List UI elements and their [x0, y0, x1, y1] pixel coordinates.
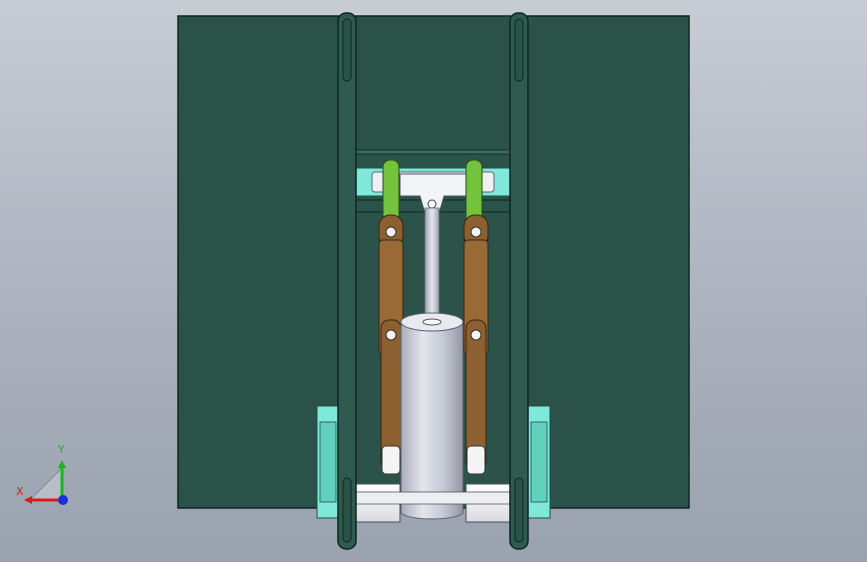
left-guide-slot[interactable] — [342, 18, 352, 82]
bracket-pin[interactable] — [427, 199, 437, 209]
bottom-axle[interactable] — [337, 491, 529, 505]
cad-viewport[interactable]: X Y — [0, 0, 867, 562]
right-link-pin-2[interactable] — [470, 329, 482, 341]
right-cyan-pad-inner[interactable] — [530, 421, 548, 503]
cylinder-rod-seat[interactable] — [422, 318, 442, 326]
left-cyan-pad-inner[interactable] — [319, 421, 337, 503]
y-axis-label: Y — [58, 443, 65, 456]
left-link-pin-3[interactable] — [381, 445, 401, 475]
left-guide-rail[interactable] — [337, 12, 357, 550]
right-link-pin-3[interactable] — [466, 445, 486, 475]
hydraulic-cylinder[interactable] — [400, 321, 464, 520]
right-link-pin-1[interactable] — [470, 226, 482, 238]
crossbar-frame-top[interactable] — [355, 149, 511, 155]
cad-model[interactable] — [0, 0, 867, 562]
right-guide-rail[interactable] — [509, 12, 529, 550]
left-link-pin-1[interactable] — [385, 226, 397, 238]
right-guide-slot-bottom[interactable] — [514, 477, 524, 543]
left-guide-slot-bottom[interactable] — [342, 477, 352, 543]
left-link-pin-2[interactable] — [385, 329, 397, 341]
piston-rod[interactable] — [424, 207, 440, 327]
right-guide-slot[interactable] — [514, 18, 524, 82]
x-axis-label: X — [16, 485, 24, 498]
